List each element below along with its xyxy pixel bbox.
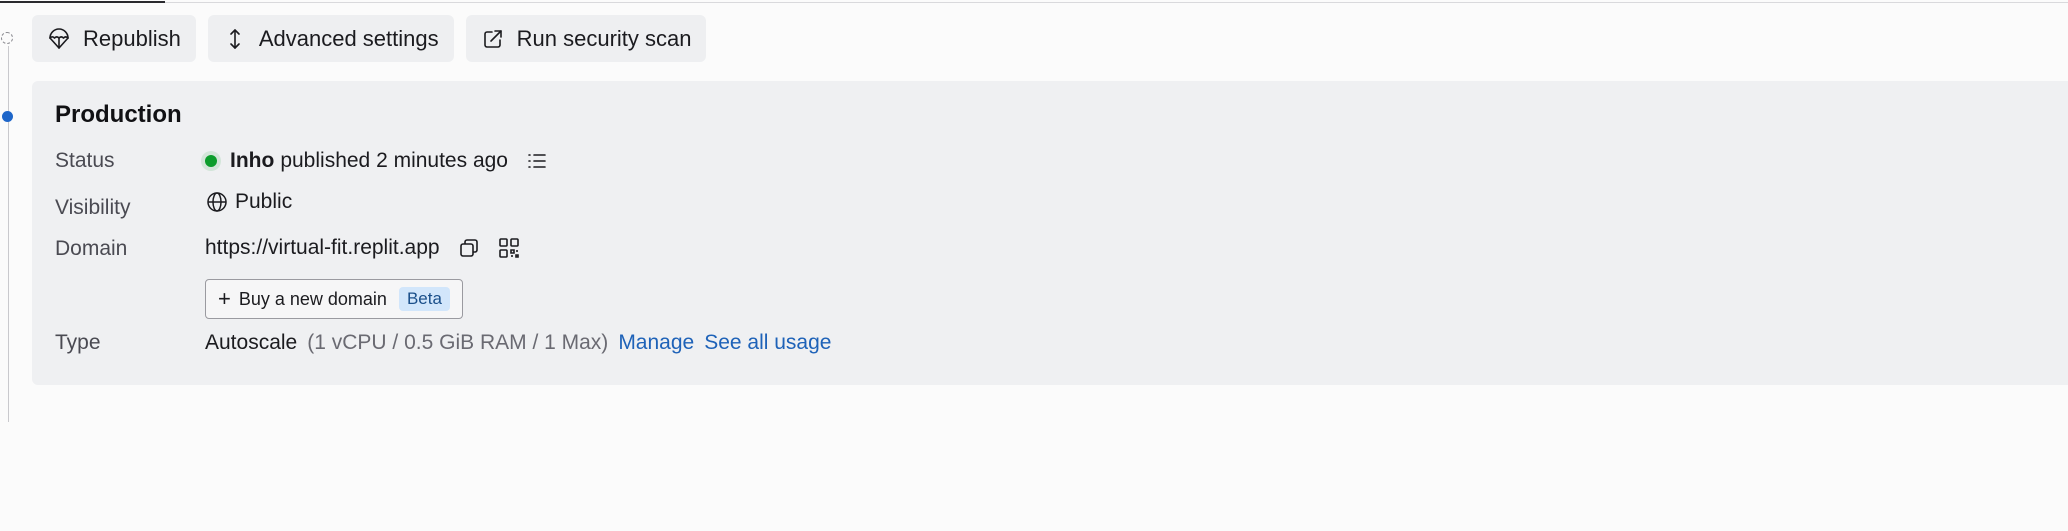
vertical-arrows-icon: [223, 27, 247, 51]
deployment-actions: Republish Advanced settings Run security…: [32, 15, 707, 62]
type-spec: (1 vCPU / 0.5 GiB RAM / 1 Max): [307, 331, 609, 354]
type-text: Autoscale: [205, 331, 298, 354]
visibility-label: Visibility: [55, 196, 131, 219]
status-label: Status: [55, 149, 115, 172]
tab-underline-rule: [0, 2, 2068, 3]
publisher-name: Inho: [230, 149, 275, 172]
republish-button[interactable]: Republish: [32, 15, 196, 62]
deployment-title: Production: [55, 101, 182, 128]
logs-list-icon[interactable]: [522, 146, 552, 176]
qr-code-icon[interactable]: [494, 233, 524, 263]
timeline-line: [8, 46, 9, 422]
run-security-scan-label: Run security scan: [516, 25, 692, 51]
arrow-out-box-icon: [481, 27, 505, 51]
status-text: published 2 minutes ago: [280, 149, 508, 172]
globe-icon: [205, 190, 229, 214]
run-security-scan-button[interactable]: Run security scan: [465, 15, 707, 62]
advanced-settings-label: Advanced settings: [258, 25, 439, 51]
buy-domain-button[interactable]: + Buy a new domain Beta: [205, 279, 463, 319]
type-value: Autoscale (1 vCPU / 0.5 GiB RAM / 1 Max)…: [205, 331, 831, 355]
domain-url[interactable]: https://virtual-fit.replit.app: [205, 236, 440, 260]
buy-domain-label: Buy a new domain: [238, 288, 387, 309]
plus-icon: +: [218, 286, 231, 311]
timeline-node-pending: [1, 32, 13, 44]
timeline-node-active: [2, 111, 13, 122]
beta-badge: Beta: [398, 287, 450, 311]
see-all-usage-link[interactable]: See all usage: [704, 331, 831, 355]
parachute-icon: [47, 27, 71, 51]
copy-icon[interactable]: [454, 233, 484, 263]
republish-label: Republish: [83, 25, 181, 51]
manage-link[interactable]: Manage: [618, 331, 694, 355]
domain-value: https://virtual-fit.replit.app: [205, 233, 524, 263]
type-label: Type: [55, 331, 101, 354]
status-indicator-dot: [205, 155, 217, 167]
advanced-settings-button[interactable]: Advanced settings: [207, 15, 454, 62]
visibility-text: Public: [235, 190, 293, 213]
visibility-value: Public: [205, 190, 292, 214]
domain-label: Domain: [55, 237, 128, 260]
active-tab-indicator: [0, 1, 165, 3]
status-value: Inho published 2 minutes ago: [205, 146, 552, 176]
